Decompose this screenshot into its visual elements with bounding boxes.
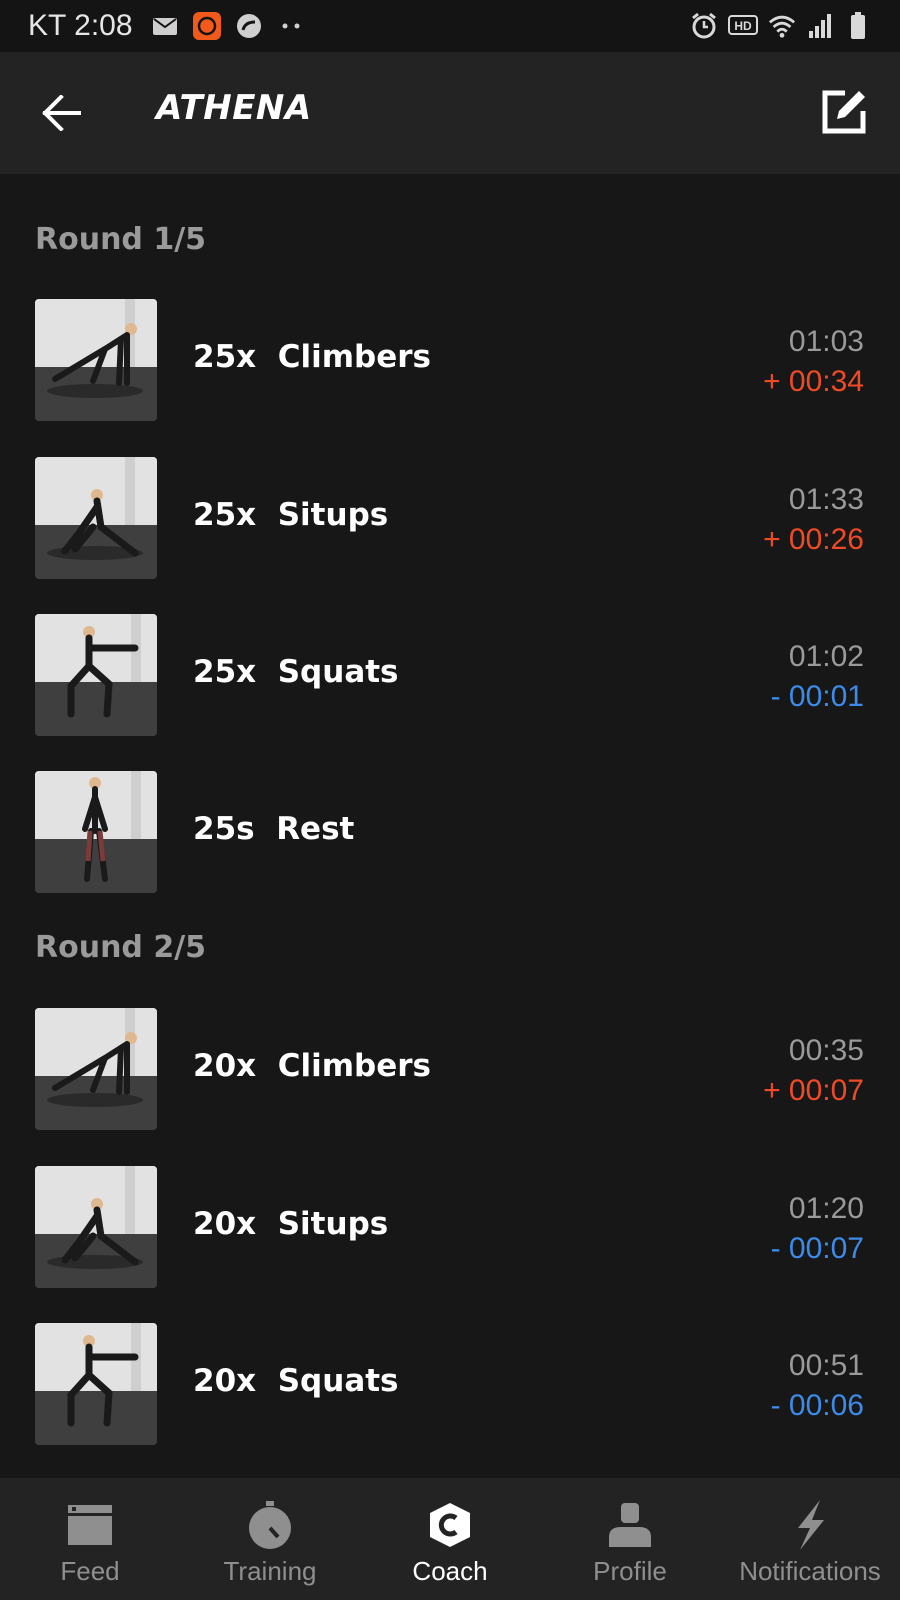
exercise-delta: - 00:06: [770, 1389, 864, 1422]
status-left-icons: [151, 12, 305, 40]
wifi-icon: [768, 12, 796, 40]
exercise-thumbnail: [35, 771, 157, 893]
exercise-row[interactable]: 25s Rest: [0, 771, 900, 895]
battery-icon: [844, 12, 872, 40]
lightning-icon: [785, 1500, 835, 1550]
coach-icon: [425, 1500, 475, 1550]
edit-button[interactable]: [818, 86, 870, 138]
exercise-time: 00:51: [788, 1349, 864, 1382]
exercise-name: 20x Situps: [193, 1206, 389, 1242]
nav-item-training[interactable]: Training: [180, 1478, 360, 1600]
exercise-name: 25x Situps: [193, 497, 389, 533]
exercise-time: 01:33: [788, 483, 864, 516]
round-header: Round 1/5: [35, 222, 207, 257]
app-badge-icon: [192, 12, 221, 40]
more-dots-icon: [277, 12, 305, 40]
nav-item-notifications[interactable]: Notifications: [720, 1478, 900, 1600]
stopwatch-icon: [245, 1500, 295, 1550]
exercise-thumbnail: [35, 1323, 157, 1445]
nav-label: Notifications: [739, 1556, 881, 1586]
exercise-row[interactable]: 20x Squats 00:51 - 00:06: [0, 1323, 900, 1447]
status-right-icons: HD: [690, 12, 872, 40]
workout-list[interactable]: Round 1/5 25x Climbers 01:03 + 00:34 25x…: [0, 174, 900, 1478]
exercise-row[interactable]: 25x Squats 01:02 - 00:01: [0, 614, 900, 738]
round-header: Round 2/5: [35, 930, 207, 965]
mail-icon: [151, 12, 179, 40]
exercise-name: 25x Squats: [193, 654, 399, 690]
nav-label: Feed: [60, 1556, 120, 1586]
nav-item-profile[interactable]: Profile: [540, 1478, 720, 1600]
exercise-row[interactable]: 20x Climbers 00:35 + 00:07: [0, 1008, 900, 1132]
status-bar: KT 2:08 HD: [0, 0, 900, 52]
exercise-name: 20x Climbers: [193, 1048, 431, 1084]
nav-item-coach[interactable]: Coach: [360, 1478, 540, 1600]
back-button[interactable]: [36, 88, 86, 138]
profile-icon: [605, 1500, 655, 1550]
page-title: ATHENA: [156, 88, 312, 128]
exercise-delta: + 00:07: [763, 1074, 864, 1107]
exercise-thumbnail: [35, 1008, 157, 1130]
svg-text:HD: HD: [734, 19, 752, 33]
exercise-row[interactable]: 25x Situps 01:33 + 00:26: [0, 457, 900, 581]
arrow-left-icon: [42, 95, 81, 131]
nav-label: Profile: [593, 1556, 667, 1586]
exercise-name: 20x Squats: [193, 1363, 399, 1399]
nav-label: Coach: [412, 1556, 488, 1586]
exercise-delta: - 00:07: [770, 1232, 864, 1265]
exercise-time: 00:35: [788, 1034, 864, 1067]
exercise-thumbnail: [35, 614, 157, 736]
app-bar: ATHENA: [0, 52, 900, 174]
bottom-nav: Feed Training Coach Profile Notification…: [0, 1478, 900, 1600]
exercise-thumbnail: [35, 299, 157, 421]
exercise-thumbnail: [35, 1166, 157, 1288]
edit-icon: [822, 90, 866, 134]
sync-icon: [235, 12, 263, 40]
exercise-delta: - 00:01: [770, 680, 864, 713]
nav-label: Training: [223, 1556, 317, 1586]
exercise-row[interactable]: 20x Situps 01:20 - 00:07: [0, 1166, 900, 1290]
exercise-row[interactable]: 25x Climbers 01:03 + 00:34: [0, 299, 900, 423]
nav-item-feed[interactable]: Feed: [0, 1478, 180, 1600]
hd-icon: HD: [728, 12, 758, 40]
exercise-delta: + 00:26: [763, 523, 864, 556]
exercise-name: 25s Rest: [193, 811, 355, 847]
feed-icon: [65, 1500, 115, 1550]
alarm-icon: [690, 12, 718, 40]
status-time: KT 2:08: [28, 9, 133, 42]
exercise-time: 01:20: [788, 1192, 864, 1225]
exercise-time: 01:02: [788, 640, 864, 673]
signal-icon: [806, 12, 834, 40]
exercise-thumbnail: [35, 457, 157, 579]
exercise-delta: + 00:34: [763, 365, 864, 398]
exercise-time: 01:03: [788, 325, 864, 358]
exercise-name: 25x Climbers: [193, 339, 431, 375]
